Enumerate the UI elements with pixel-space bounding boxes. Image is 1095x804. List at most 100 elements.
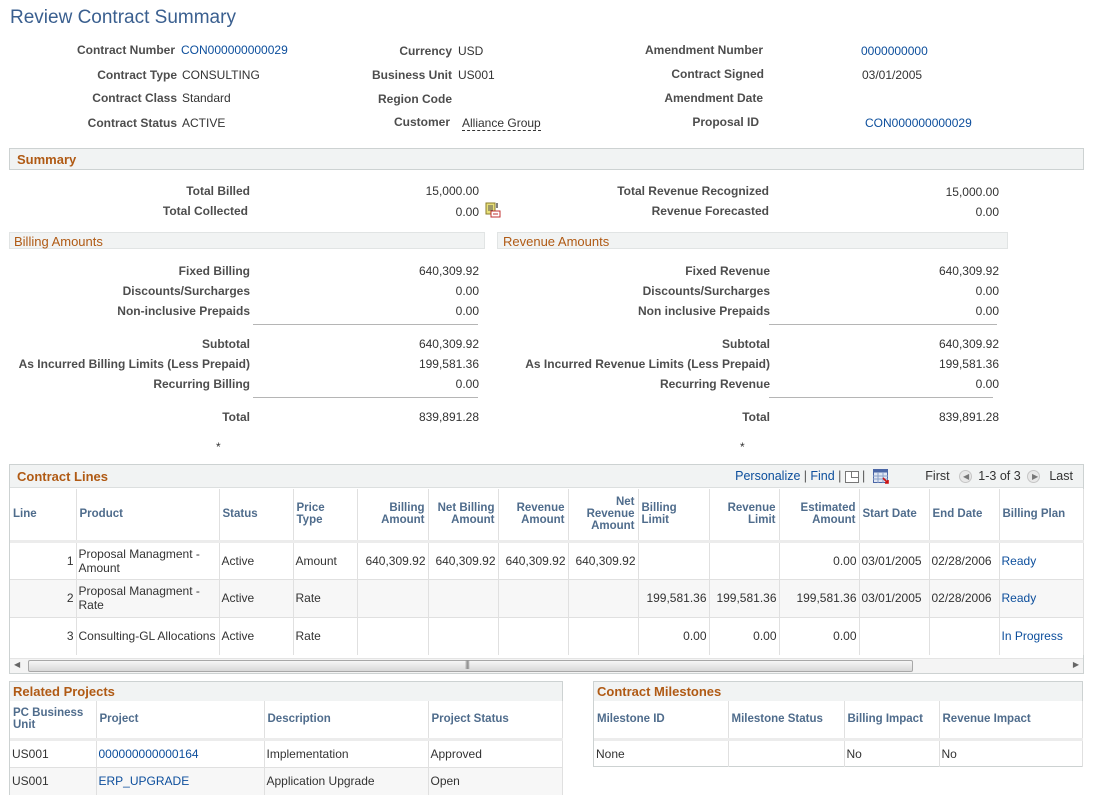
find-link[interactable]: Find xyxy=(810,469,834,483)
cell-start-date: 03/01/2005 xyxy=(859,578,930,617)
column-header-end-date[interactable]: End Date xyxy=(929,489,1000,541)
contract-lines-table: Line Product Status Price Type Billing A… xyxy=(10,489,1084,655)
billing-plan-link[interactable]: Ready xyxy=(999,578,1084,617)
cell-estimated-amount: 0.00 xyxy=(779,616,860,655)
scroll-right-arrow-icon[interactable]: ▶ xyxy=(1073,660,1079,669)
cell-project-status: Open xyxy=(428,766,563,795)
currency-label: Currency xyxy=(399,44,452,58)
total-revenue-recognized-value: 15,000.00 xyxy=(945,185,999,199)
column-header-billing-limit[interactable]: Billing Limit xyxy=(638,489,710,541)
table-row: US001 000000000000164 Implementation App… xyxy=(10,738,563,767)
related-projects-grid: Related Projects PC Business Unit Projec… xyxy=(9,681,563,795)
column-header-line[interactable]: Line xyxy=(10,489,77,541)
contract-number-label: Contract Number xyxy=(76,43,175,57)
non-inclusive-prepaids-revenue-value: 0.00 xyxy=(975,304,999,318)
cell-status: Active xyxy=(219,540,294,579)
contract-lines-title: Contract Lines xyxy=(17,469,109,484)
amendment-date-label: Amendment Date xyxy=(664,91,763,105)
revenue-discounts-surcharges-value: 0.00 xyxy=(975,284,999,298)
revenue-subtotal-label: Subtotal xyxy=(722,337,770,351)
column-header-price-type[interactable]: Price Type xyxy=(293,489,358,541)
column-header-revenue-impact[interactable]: Revenue Impact xyxy=(939,701,1083,739)
contract-type-value: CONSULTING xyxy=(182,68,260,82)
related-projects-header-bar: Related Projects xyxy=(10,682,562,701)
next-page-button[interactable]: ▶ xyxy=(1027,470,1041,484)
discounts-surcharges-value: 0.00 xyxy=(455,284,479,298)
grip-icon: ||| xyxy=(465,659,470,669)
revenue-amounts-title: Revenue Amounts xyxy=(503,234,610,249)
project-link[interactable]: ERP_UPGRADE xyxy=(96,766,265,795)
related-projects-table: PC Business Unit Project Description Pro… xyxy=(10,701,563,795)
column-header-product[interactable]: Product xyxy=(76,489,220,541)
billing-amounts-title: Billing Amounts xyxy=(14,234,103,249)
billing-total-value: 839,891.28 xyxy=(418,410,479,424)
cell-price-type: Rate xyxy=(293,616,358,655)
toolbar-separator: | xyxy=(862,469,866,483)
billing-plan-link[interactable]: Ready xyxy=(999,540,1084,579)
cell-revenue-amount: 640,309.92 xyxy=(498,540,569,579)
billing-subtotal-divider xyxy=(253,324,478,325)
download-excel-icon[interactable] xyxy=(872,469,889,485)
column-header-project[interactable]: Project xyxy=(96,701,265,739)
milestones-header-row: Milestone ID Milestone Status Billing Im… xyxy=(594,701,1083,739)
billing-plan-link[interactable]: In Progress xyxy=(999,616,1084,655)
as-incurred-revenue-limits-value: 199,581.36 xyxy=(938,357,999,371)
customer-value[interactable]: Alliance Group xyxy=(462,116,541,131)
column-header-net-billing-amount[interactable]: Net Billing Amount xyxy=(428,489,499,541)
revenue-footnote: * xyxy=(740,440,745,454)
new-window-icon[interactable] xyxy=(844,470,859,483)
column-header-net-revenue-amount[interactable]: Net Revenue Amount xyxy=(568,489,639,541)
cell-description: Application Upgrade xyxy=(264,766,429,795)
column-header-billing-amount[interactable]: Billing Amount xyxy=(357,489,429,541)
revenue-total-label: Total xyxy=(742,410,770,424)
personalize-link[interactable]: Personalize xyxy=(735,469,800,483)
column-header-project-status[interactable]: Project Status xyxy=(428,701,563,739)
as-incurred-billing-limits-label: As Incurred Billing Limits (Less Prepaid… xyxy=(18,357,250,371)
previous-page-button[interactable]: ◀ xyxy=(958,470,972,484)
related-projects-header-row: PC Business Unit Project Description Pro… xyxy=(10,701,563,739)
cell-estimated-amount: 0.00 xyxy=(779,540,860,579)
column-header-revenue-limit[interactable]: Revenue Limit xyxy=(709,489,780,541)
revenue-forecasted-label: Revenue Forecasted xyxy=(651,204,769,218)
cell-billing-amount: 640,309.92 xyxy=(357,540,429,579)
billing-total-label: Total xyxy=(222,410,250,424)
revenue-subtotal-value: 640,309.92 xyxy=(938,337,999,351)
cell-line: 1 xyxy=(10,540,77,579)
column-header-start-date[interactable]: Start Date xyxy=(859,489,930,541)
column-header-milestone-status[interactable]: Milestone Status xyxy=(728,701,845,739)
cell-end-date xyxy=(929,616,1000,655)
column-header-milestone-id[interactable]: Milestone ID xyxy=(594,701,729,739)
non-inclusive-prepaids-value: 0.00 xyxy=(455,304,479,318)
column-header-estimated-amount[interactable]: Estimated Amount xyxy=(779,489,860,541)
total-collected-value: 0.00 xyxy=(455,205,479,219)
revenue-forecasted-value: 0.00 xyxy=(975,205,999,219)
scrollbar-thumb[interactable]: ||| xyxy=(28,659,913,672)
contract-signed-value: 03/01/2005 xyxy=(862,68,923,82)
column-header-pc-business-unit[interactable]: PC Business Unit xyxy=(10,701,97,739)
cell-net-billing-amount: 640,309.92 xyxy=(428,540,499,579)
cell-product: Proposal Managment - Rate xyxy=(76,578,220,617)
contract-status-value: ACTIVE xyxy=(182,116,226,130)
column-header-revenue-amount[interactable]: Revenue Amount xyxy=(498,489,569,541)
toolbar-separator: | xyxy=(803,469,808,483)
billing-footnote: * xyxy=(216,440,221,454)
scroll-left-arrow-icon[interactable]: ◀ xyxy=(14,660,20,669)
column-header-description[interactable]: Description xyxy=(264,701,429,739)
cell-project-status: Approved xyxy=(428,738,563,767)
column-header-billing-impact[interactable]: Billing Impact xyxy=(844,701,940,739)
proposal-id-link[interactable]: CON000000000029 xyxy=(865,116,972,130)
payment-detail-icon[interactable] xyxy=(485,202,501,218)
contract-number-link[interactable]: CON000000000029 xyxy=(181,43,288,57)
fixed-billing-label: Fixed Billing xyxy=(178,264,250,278)
revenue-total-divider xyxy=(769,397,993,398)
column-header-billing-plan[interactable]: Billing Plan xyxy=(999,489,1084,541)
discounts-surcharges-label: Discounts/Surcharges xyxy=(122,284,250,298)
amendment-number-link[interactable]: 0000000000 xyxy=(861,44,928,58)
column-header-status[interactable]: Status xyxy=(219,489,294,541)
cell-revenue-limit: 0.00 xyxy=(709,616,780,655)
cell-billing-amount xyxy=(357,578,429,617)
project-link[interactable]: 000000000000164 xyxy=(96,738,265,767)
horizontal-scrollbar[interactable]: ◀ ||| ▶ xyxy=(10,658,1083,673)
revenue-discounts-surcharges-label: Discounts/Surcharges xyxy=(642,284,770,298)
toolbar-separator: | xyxy=(838,469,842,483)
